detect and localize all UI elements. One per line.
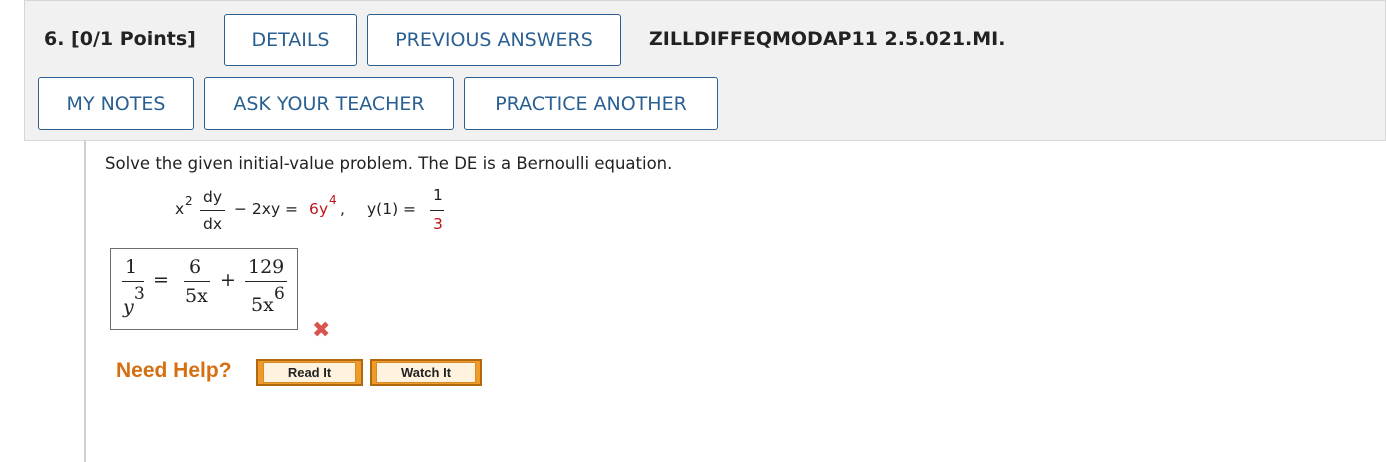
question-code: ZILLDIFFEQMODAP11 2.5.021.MI. [649,28,1006,50]
watch-it-label: Watch It [375,362,477,383]
answer-plus: + [220,269,236,291]
read-it-label: Read It [262,362,357,383]
answer-term1-denominator: 5x [185,285,208,307]
watch-it-button[interactable]: Watch It [370,359,482,386]
answer-term2-den-base: 5x [251,294,274,316]
eq-comma: , [340,200,345,218]
eq-ic-denominator: 3 [433,215,443,233]
answer-equals: = [153,269,169,291]
ask-your-teacher-button[interactable]: ASK YOUR TEACHER [204,77,454,130]
answer-term2-fraction-bar [245,281,287,282]
eq-rhs-coefficient: 6 [309,200,319,218]
eq-dy: dy [203,188,223,206]
eq-ic-fraction-bar [430,210,444,211]
details-button[interactable]: DETAILS [224,14,357,66]
incorrect-x-icon: ✖ [312,318,331,343]
need-help-label: Need Help? [116,359,232,382]
eq-rhs-exponent: 4 [329,193,337,207]
eq-x-exponent: 2 [185,194,193,208]
answer-term1-numerator: 6 [189,256,202,278]
eq-rhs-variable: y [319,200,329,218]
question-number-points: 6. [0/1 Points] [44,28,196,50]
eq-dx: dx [203,215,223,233]
eq-x: x [175,200,185,218]
answer-term1-fraction-bar [184,281,210,282]
practice-another-button[interactable]: PRACTICE ANOTHER [464,77,718,130]
eq-middle-terms: − 2xy = [234,200,299,218]
eq-initial-condition: y(1) = [367,200,417,218]
problem-prompt: Solve the given initial-value problem. T… [105,154,673,173]
answer-term2-numerator: 129 [248,256,285,278]
answer-lhs-den-var: y [123,296,134,318]
previous-answers-button[interactable]: PREVIOUS ANSWERS [367,14,621,66]
eq-fraction-bar [200,210,225,211]
answer-term2-den-exponent: 6 [274,284,285,304]
content-left-rule [84,141,86,462]
answer-lhs-den-exponent: 3 [134,284,145,304]
eq-ic-numerator: 1 [433,186,443,204]
answer-field[interactable]: 1 y 3 = 6 5x + 129 5x 6 [110,248,298,330]
read-it-button[interactable]: Read It [256,359,363,386]
answer-lhs-numerator: 1 [125,256,138,278]
my-notes-button[interactable]: MY NOTES [38,77,194,130]
answer-lhs-fraction-bar [122,281,144,282]
